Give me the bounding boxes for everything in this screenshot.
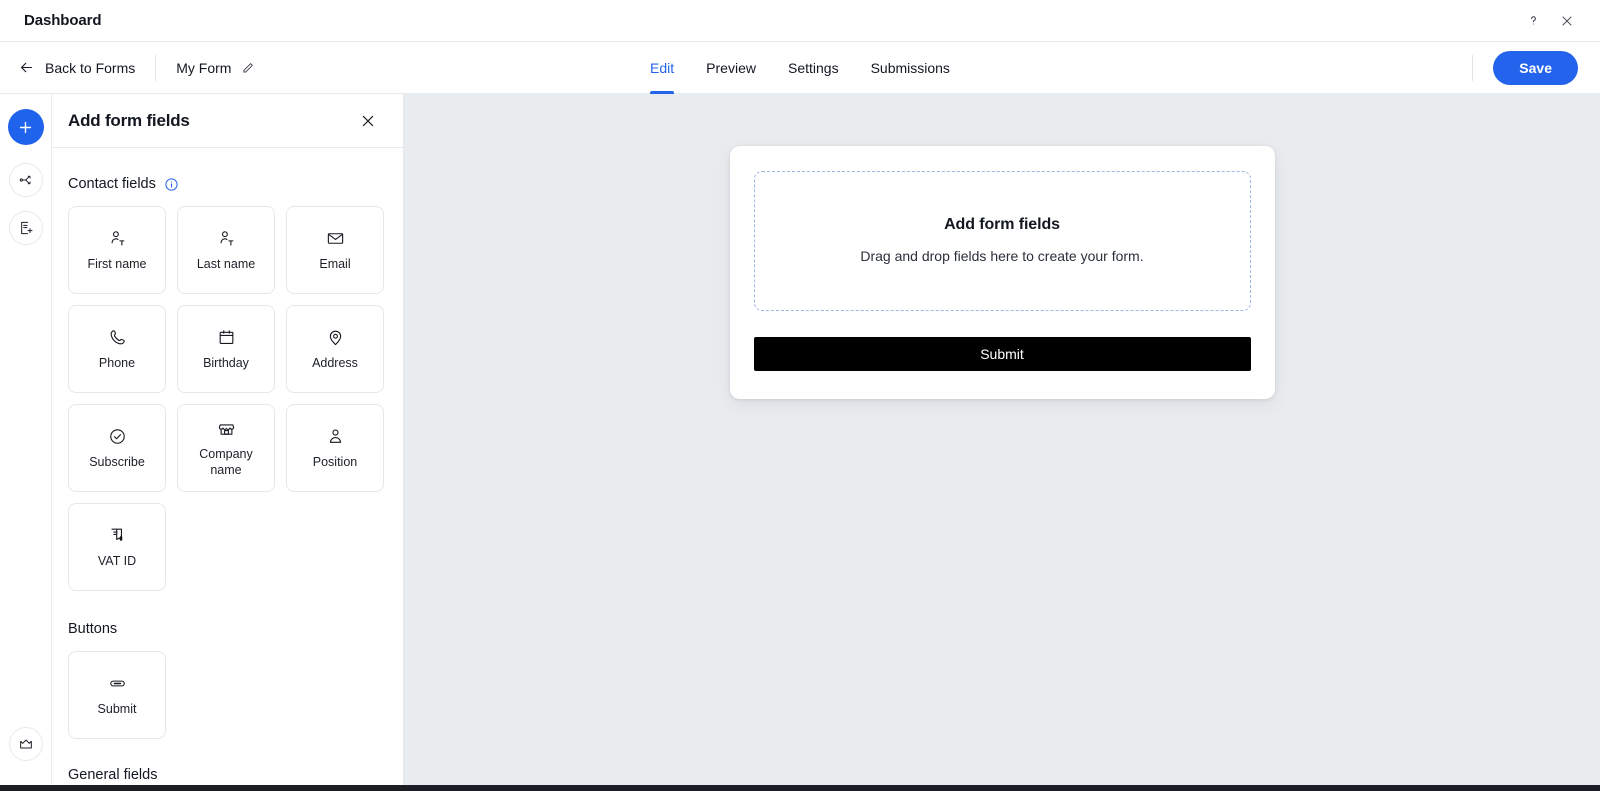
dropzone-subtitle: Drag and drop fields here to create your… [860,248,1144,264]
form-preview-card: Add form fields Drag and drop fields her… [729,146,1275,399]
editor-tabs: Edit Preview Settings Submissions [650,42,950,94]
editor-body: Add form fields Contact fields First nam… [0,94,1600,791]
person-text-icon [108,227,127,249]
section-title: Contact fields [68,176,156,192]
left-icon-rail [0,94,52,791]
close-icon[interactable] [1550,4,1584,38]
topbar-divider [155,54,157,81]
save-button[interactable]: Save [1493,50,1578,85]
check-circle-icon [108,425,127,447]
arrow-left-icon [18,59,35,76]
field-card-label: Subscribe [89,455,145,470]
rail-item-add-page[interactable] [8,211,43,245]
branch-share-icon [18,172,34,188]
field-card-position[interactable]: Position [286,404,384,492]
field-card-birthday[interactable]: Birthday [177,305,275,393]
dropzone-title: Add form fields [944,216,1060,233]
field-card-company-name[interactable]: Company name [177,404,275,492]
field-card-label: Birthday [203,356,249,371]
form-submit-button[interactable]: Submit [753,337,1251,371]
field-card-first-name[interactable]: First name [68,206,166,294]
form-dropzone[interactable]: Add form fields Drag and drop fields her… [753,171,1251,311]
crown-icon [18,736,34,752]
topbar-right: Save [1452,50,1600,85]
window-title: Dashboard [24,12,102,29]
tab-preview[interactable]: Preview [706,42,756,94]
envelope-icon [326,227,345,249]
panel-close-icon[interactable] [355,108,381,134]
field-card-vat-id[interactable]: VAT ID [68,503,166,591]
section-header-buttons: Buttons [68,591,387,651]
panel-title: Add form fields [68,110,190,130]
add-element-button[interactable] [7,109,44,145]
field-card-email[interactable]: Email [286,206,384,294]
back-to-forms-button[interactable]: Back to Forms [18,59,135,76]
field-card-label: Submit [97,702,137,717]
save-divider [1472,54,1474,81]
section-title: Buttons [68,621,118,637]
add-page-icon [18,220,34,236]
buttons-grid: Submit [68,651,387,739]
upgrade-button[interactable] [8,727,43,761]
field-card-phone[interactable]: Phone [68,305,166,393]
form-name-label: My Form [176,59,232,76]
field-card-address[interactable]: Address [286,305,384,393]
calendar-icon [217,326,236,348]
panel-header: Add form fields [52,94,403,148]
pencil-icon[interactable] [241,61,255,75]
field-card-label: Company name [199,447,253,477]
panel-body[interactable]: Contact fields First name Last name Emai… [52,148,403,791]
map-pin-icon [326,326,345,348]
window-bottom-strip [0,785,1600,791]
window-titlebar: Dashboard [0,0,1600,42]
contact-fields-grid: First name Last name Email Phone Birthda… [68,206,387,591]
field-card-subscribe[interactable]: Subscribe [68,404,166,492]
field-card-submit[interactable]: Submit [68,651,166,739]
button-pill-icon [108,672,127,694]
field-card-label: Address [312,356,358,371]
field-card-label: Last name [196,257,256,272]
section-header-contact-fields: Contact fields [68,148,387,206]
phone-icon [108,326,127,348]
tab-submissions[interactable]: Submissions [871,42,950,94]
plus-icon [17,119,34,136]
add-fields-panel: Add form fields Contact fields First nam… [52,94,404,791]
field-card-label: First name [87,257,147,272]
field-card-label: Position [312,455,358,470]
form-name-field[interactable]: My Form [176,60,255,76]
store-icon [217,417,236,439]
person-icon [326,425,345,447]
editor-topbar: Back to Forms My Form Edit Preview Setti… [0,42,1600,94]
rail-item-rules[interactable] [8,163,43,197]
form-canvas: Add form fields Drag and drop fields her… [404,94,1600,791]
field-card-last-name[interactable]: Last name [177,206,275,294]
person-text-icon [217,227,236,249]
tab-edit[interactable]: Edit [650,42,675,94]
back-to-forms-label: Back to Forms [45,59,136,76]
info-icon[interactable] [164,177,179,192]
field-card-label: Email [319,257,351,272]
topbar-left: Back to Forms My Form [0,54,255,81]
receipt-dollar-icon [108,524,127,546]
section-header-general-fields: General fields [68,739,387,791]
help-icon[interactable] [1516,4,1550,38]
field-card-label: Phone [98,356,136,371]
field-card-label: VAT ID [97,554,137,569]
tab-settings[interactable]: Settings [788,42,839,94]
section-title: General fields [68,767,158,783]
